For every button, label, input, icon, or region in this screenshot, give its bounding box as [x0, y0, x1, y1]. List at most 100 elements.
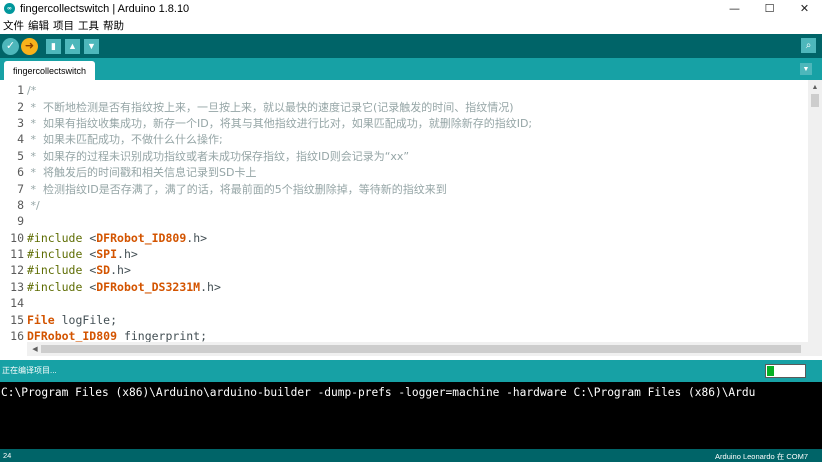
- tab-bar: fingercollectswitch ▼: [0, 58, 822, 80]
- code-token: SD: [96, 263, 111, 278]
- line-number: 6: [17, 165, 24, 180]
- code-line: 14: [0, 295, 808, 311]
- menu-bar: 文件 编辑 项目 工具 帮助: [0, 17, 822, 34]
- line-number: 11: [10, 247, 24, 262]
- code-text: * 不断地检测是否有指纹按上来，一旦按上来，就以最快的速度记录它(记录触发的时间…: [27, 99, 513, 115]
- code-token: <: [82, 263, 97, 278]
- line-number: 16: [10, 329, 24, 344]
- code-token: <: [82, 230, 97, 245]
- code-token: .h>: [117, 247, 138, 262]
- close-button[interactable]: ✕: [787, 0, 822, 17]
- code-text: */: [27, 198, 40, 212]
- code-token: * 如果未匹配成功，不做什么什么操作;: [27, 133, 223, 147]
- chevron-down-icon: ▼: [802, 65, 810, 73]
- serial-monitor-button[interactable]: ⌕: [801, 38, 816, 53]
- vertical-scrollbar[interactable]: ▲: [808, 80, 822, 342]
- code-token: .h>: [110, 263, 131, 278]
- code-line: 2 * 不断地检测是否有指纹按上来，一旦按上来，就以最快的速度记录它(记录触发的…: [0, 98, 808, 114]
- line-number: 9: [17, 214, 24, 229]
- code-text: /*: [27, 83, 36, 97]
- code-token: logFile;: [54, 312, 118, 327]
- arduino-logo-icon: ∞: [4, 3, 15, 14]
- code-text: #include <DFRobot_DS3231M.h>: [27, 280, 221, 294]
- code-line: 1/*: [0, 82, 808, 98]
- code-token: * 检测指纹ID是否存满了，满了的话，将最前面的5个指纹删除掉，等待新的指纹来到: [27, 182, 447, 196]
- code-line: 11 #include <SPI.h>: [0, 246, 808, 262]
- code-token: * 如果有指纹收集成功，新存一个ID，将其与其他指纹进行比对，如果匹配成功，就删…: [27, 116, 533, 130]
- console-line: C:\Program Files (x86)\Arduino\arduino-b…: [1, 386, 756, 399]
- line-number: 4: [17, 132, 24, 147]
- code-token: #include: [27, 263, 83, 278]
- code-lines: 1/* 2 * 不断地检测是否有指纹按上来，一旦按上来，就以最快的速度记录它(记录…: [0, 82, 808, 344]
- status-bar: 正在编译项目...: [0, 360, 822, 382]
- line-number: 13: [10, 279, 24, 294]
- line-number: 14: [10, 296, 24, 311]
- code-line: 6 * 将触发后的时间戳和相关信息记录到SD卡上: [0, 164, 808, 180]
- line-number: 2: [17, 99, 24, 114]
- code-token: * 如果存的过程未识别成功指纹或者未成功保存指纹，指纹ID则会记录为“xx”: [27, 149, 410, 163]
- board-port-info: Arduino Leonardo 在 COM7: [715, 452, 808, 461]
- code-token: #include: [27, 279, 83, 294]
- scroll-up-icon[interactable]: ▲: [808, 80, 822, 94]
- status-message: 正在编译项目...: [2, 366, 57, 375]
- window-controls: — ☐ ✕: [717, 0, 822, 17]
- vertical-scroll-thumb[interactable]: [811, 94, 819, 107]
- code-text: * 将触发后的时间戳和相关信息记录到SD卡上: [27, 164, 256, 180]
- code-text: File logFile;: [27, 313, 117, 327]
- save-sketch-button[interactable]: ▼: [84, 38, 99, 54]
- line-number: 7: [17, 181, 24, 196]
- file-icon: ▮: [51, 40, 56, 51]
- code-editor[interactable]: 1/* 2 * 不断地检测是否有指纹按上来，一旦按上来，就以最快的速度记录它(记录…: [0, 80, 822, 344]
- code-text: #include <SD.h>: [27, 263, 131, 277]
- magnifier-icon: ⌕: [805, 39, 812, 51]
- line-number: 10: [10, 230, 24, 245]
- tab-menu-button[interactable]: ▼: [800, 63, 812, 75]
- line-number: 3: [17, 115, 24, 130]
- new-sketch-button[interactable]: ▮: [46, 38, 61, 54]
- horizontal-scroll-thumb[interactable]: [41, 345, 801, 353]
- code-line: 8 */: [0, 197, 808, 213]
- line-number: 8: [17, 197, 24, 212]
- title-bar: ∞ fingercollectswitch | Arduino 1.8.10 —…: [0, 0, 822, 17]
- arrow-down-icon: ▼: [87, 40, 96, 51]
- scroll-left-icon[interactable]: ◀: [29, 342, 41, 356]
- arrow-right-icon: ➜: [24, 39, 35, 52]
- code-token: */: [27, 198, 40, 212]
- code-text: * 如果未匹配成功，不做什么什么操作;: [27, 131, 223, 147]
- minimize-button[interactable]: —: [717, 0, 752, 17]
- code-token: .h>: [186, 230, 208, 245]
- tab-fingercollectswitch[interactable]: fingercollectswitch: [4, 61, 95, 80]
- code-token: * 将触发后的时间戳和相关信息记录到SD卡上: [27, 166, 257, 180]
- code-text: DFRobot_ID809 fingerprint;: [27, 329, 207, 343]
- menu-help[interactable]: 帮助: [101, 18, 126, 33]
- code-text: * 如果有指纹收集成功，新存一个ID，将其与其他指纹进行比对，如果匹配成功，就删…: [27, 115, 532, 131]
- code-token: DFRobot_ID809: [27, 329, 118, 344]
- menu-edit[interactable]: 编辑: [26, 18, 51, 33]
- menu-sketch[interactable]: 项目: [51, 18, 76, 33]
- code-line: 4 * 如果未匹配成功，不做什么什么操作;: [0, 131, 808, 147]
- console-output[interactable]: C:\Program Files (x86)\Arduino\arduino-b…: [0, 382, 822, 449]
- checkmark-icon: ✓: [5, 39, 16, 52]
- upload-button[interactable]: ➜: [21, 37, 38, 55]
- arrow-up-icon: ▲: [68, 40, 77, 51]
- code-token: <: [82, 247, 97, 262]
- code-token: File: [27, 312, 55, 327]
- verify-button[interactable]: ✓: [2, 37, 19, 55]
- code-token: /*: [27, 84, 37, 98]
- code-line: 15 File logFile;: [0, 311, 808, 327]
- window-title: fingercollectswitch | Arduino 1.8.10: [20, 2, 190, 15]
- compile-progress-bar: [765, 364, 806, 378]
- code-text: #include <DFRobot_ID809.h>: [27, 231, 207, 245]
- horizontal-scrollbar[interactable]: ◀: [27, 342, 822, 356]
- line-number: 12: [10, 263, 24, 278]
- maximize-button[interactable]: ☐: [752, 0, 787, 17]
- line-number: 1: [17, 83, 24, 98]
- toolbar: ✓ ➜ ▮ ▲ ▼ ⌕: [0, 34, 822, 58]
- menu-file[interactable]: 文件: [1, 18, 26, 33]
- code-token: #include: [27, 230, 83, 245]
- open-sketch-button[interactable]: ▲: [65, 38, 80, 54]
- menu-tools[interactable]: 工具: [76, 18, 101, 33]
- code-text: * 如果存的过程未识别成功指纹或者未成功保存指纹，指纹ID则会记录为“xx”: [27, 148, 409, 164]
- code-line: 12 #include <SD.h>: [0, 262, 808, 278]
- progress-fill: [767, 366, 774, 376]
